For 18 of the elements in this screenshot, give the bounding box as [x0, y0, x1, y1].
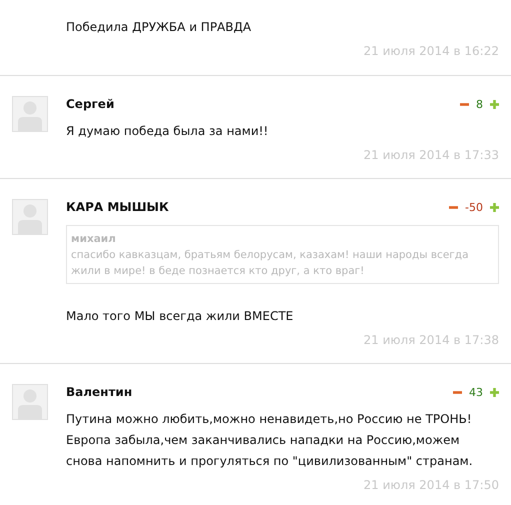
plus-icon[interactable] — [490, 202, 499, 212]
comment-text: Мало того МЫ всегда жили ВМЕСТЕ — [66, 308, 294, 325]
comment-text: Путина можно любить,можно ненавидеть,но Россию не ТРОНЬ! Европа забыла,чем заканчивались нападки на Россию,можем снова напомнить и прогуляться по "цивилизованным" странам. — [66, 411, 474, 470]
plus-icon[interactable] — [490, 100, 499, 108]
avatar-icon — [12, 199, 48, 235]
quote-author: михаил — [71, 232, 117, 247]
comment-text: Победила ДРУЖБА и ПРАВДА — [66, 19, 252, 36]
author-name: КАРА МЫШЫК — [66, 200, 169, 214]
author-name: Валентин — [66, 385, 132, 399]
vote-score: -50 — [465, 200, 483, 214]
comment-text: Я думаю победа была за нами!! — [66, 123, 270, 140]
author-name: Сергей — [66, 97, 114, 111]
vote-score: 8 — [476, 98, 483, 110]
avatar-icon — [12, 96, 48, 132]
quote-text: спасибо кавказцам, братьям белорусам, казахам! наши народы всегда жили в мире! в беде познается кто друг, а кто враг! — [71, 248, 470, 279]
vote-score: 43 — [469, 386, 483, 398]
avatar-icon — [12, 384, 48, 420]
plus-icon[interactable] — [490, 388, 499, 396]
